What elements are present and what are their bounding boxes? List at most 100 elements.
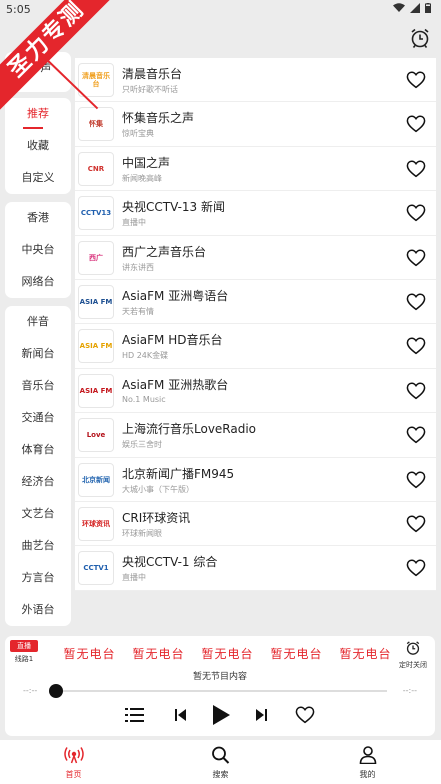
station-row[interactable]: CCTV1 央视CCTV-1 综合直播中 <box>75 546 436 591</box>
station-name: 上海流行音乐LoveRadio <box>122 422 257 437</box>
station-logo-text: ASIA FM <box>79 342 113 351</box>
station-logo: 清晨音乐台 <box>78 63 114 97</box>
station-logo: Love <box>78 418 114 453</box>
station-name: 清晨音乐台 <box>122 67 183 81</box>
elapsed-time: --:-- <box>23 686 38 695</box>
progress-knob[interactable] <box>49 684 63 698</box>
sidebar-item-central[interactable]: 中央台 <box>5 234 71 266</box>
favorite-heart-icon[interactable] <box>406 293 426 311</box>
active-tab-indicator <box>23 127 43 129</box>
sidebar-item-opera[interactable]: 曲艺台 <box>5 530 71 562</box>
tab-search-label: 搜索 <box>212 770 229 779</box>
station-logo: ASIA FM <box>78 329 114 364</box>
alarm-clock-icon[interactable] <box>409 27 431 49</box>
favorite-heart-icon[interactable] <box>406 204 426 222</box>
station-subtitle: 直播中 <box>122 573 146 583</box>
sidebar-item-dialect[interactable]: 方言台 <box>5 562 71 594</box>
station-subtitle: No.1 Music <box>122 394 166 404</box>
sidebar-item-recommend[interactable]: 推荐 <box>5 98 71 130</box>
station-row[interactable]: 西广 西广之声音乐台 讲东讲西 <box>75 236 436 280</box>
station-name: CRI环球资讯 <box>122 510 191 525</box>
station-name: 西广之声音乐台 <box>122 244 207 259</box>
station-row[interactable]: 怀集 怀集音乐之声 惊听宝典 <box>75 102 436 147</box>
station-logo: ASIA FM <box>78 284 114 319</box>
station-name: 央视CCTV-1 综合 <box>122 555 218 570</box>
station-name: 怀集音乐之声 <box>122 111 195 126</box>
playlist-icon[interactable] <box>125 706 145 724</box>
sidebar-item-economy[interactable]: 经济台 <box>5 466 71 498</box>
battery-icon <box>425 3 431 13</box>
sidebar-item-network[interactable]: 网络台 <box>5 266 71 298</box>
signal-icon <box>410 3 420 13</box>
play-icon[interactable] <box>210 703 232 727</box>
next-icon[interactable] <box>253 706 269 724</box>
sidebar-item-foreign[interactable]: 外语台 <box>5 594 71 626</box>
status-time: 5:05 <box>6 3 31 16</box>
sleep-timer-button[interactable]: 定时关闭 <box>399 640 427 670</box>
favorite-heart-icon[interactable] <box>406 515 426 533</box>
station-row[interactable]: ASIA FM AsiaFM 亚洲粤语台 天若有情 <box>75 280 436 325</box>
station-name: AsiaFM 亚洲粤语台 <box>122 288 229 303</box>
station-subtitle: HD 24K金碟 <box>122 351 169 361</box>
bottom-navigation: 首页 搜索 我的 <box>0 740 441 784</box>
station-row[interactable]: CCTV13 央视CCTV-13 新闻 直播中 <box>75 191 436 236</box>
station-row[interactable]: Love 上海流行音乐LoveRadio 娱乐三舍时 <box>75 413 436 458</box>
sidebar-item-custom[interactable]: 自定义 <box>5 162 71 194</box>
station-row[interactable]: 清晨音乐台 清晨音乐台 只听好歌不听话 <box>75 58 436 103</box>
favorite-heart-icon[interactable] <box>406 115 426 133</box>
station-list: 清晨音乐台 清晨音乐台 只听好歌不听话 怀集 怀集音乐之声 惊听宝典 CNR 中国之声 新闻晚高… <box>75 58 436 591</box>
station-row[interactable]: ASIA FM AsiaFM 亚洲热歌台 No.1 Music <box>75 369 436 414</box>
search-icon <box>211 746 229 764</box>
favorite-heart-icon[interactable] <box>406 249 426 267</box>
tab-home-label: 首页 <box>65 770 82 779</box>
station-logo: 北京新闻 <box>78 462 114 497</box>
station-logo-text: ASIA FM <box>79 297 113 306</box>
station-name: 北京新闻广播FM945 <box>122 466 235 481</box>
station-row[interactable]: 环球资讯 CRI环球资讯环球新闻眼 <box>75 502 436 547</box>
tab-search[interactable]: 搜索 <box>147 740 294 784</box>
sidebar-item-sports[interactable]: 体育台 <box>5 434 71 466</box>
previous-icon[interactable] <box>173 706 189 724</box>
favorite-heart-icon[interactable] <box>406 426 426 444</box>
station-logo-text: 环球资讯 <box>82 519 110 528</box>
station-logo: 西广 <box>78 240 114 275</box>
station-name: AsiaFM HD音乐台 <box>122 333 223 348</box>
live-badge: 直播 <box>10 640 38 652</box>
tab-home[interactable]: 首页 <box>0 740 147 784</box>
favorite-heart-icon[interactable] <box>406 471 426 489</box>
marquee-item: 暂无电台 <box>63 647 116 661</box>
station-logo-text: 西广 <box>89 253 103 262</box>
station-marquee: 暂无电台 暂无电台 暂无电台 暂无电台 暂无电台 <box>55 645 400 662</box>
station-logo-text: 怀集 <box>89 120 103 129</box>
route-label[interactable]: 线路1 <box>10 654 38 664</box>
station-logo: CCTV13 <box>78 196 114 231</box>
sidebar-item-arts[interactable]: 文艺台 <box>5 498 71 530</box>
sidebar-item-music[interactable]: 音乐台 <box>5 370 71 402</box>
favorite-heart-icon[interactable] <box>406 337 426 355</box>
station-subtitle: 环球新闻眼 <box>122 528 162 538</box>
radio-icon <box>63 747 84 764</box>
progress-track[interactable] <box>53 690 387 692</box>
station-row[interactable]: 北京新闻 北京新闻广播FM945 大城小事（下午版） <box>75 458 436 502</box>
wifi-icon <box>393 3 405 12</box>
favorite-heart-icon[interactable] <box>406 559 426 577</box>
station-logo-text: Love <box>86 431 106 440</box>
sidebar-item-favorites[interactable]: 收藏 <box>5 130 71 162</box>
favorite-heart-icon[interactable] <box>406 71 426 89</box>
sidebar-item-ambient[interactable]: 伴音 <box>5 306 71 338</box>
marquee-item: 暂无电台 <box>132 647 185 661</box>
favorite-heart-icon[interactable] <box>406 160 426 178</box>
sidebar-group-recommend: 推荐 收藏 自定义 <box>5 98 71 194</box>
station-subtitle: 新闻晚高峰 <box>122 173 162 183</box>
sidebar-item-hongkong[interactable]: 香港 <box>5 202 71 234</box>
tab-profile[interactable]: 我的 <box>294 740 441 784</box>
sidebar-item-news[interactable]: 新闻台 <box>5 338 71 370</box>
station-row[interactable]: CNR 中国之声 新闻晚高峰 <box>75 147 436 192</box>
favorite-heart-icon[interactable] <box>295 706 315 724</box>
favorite-heart-icon[interactable] <box>406 382 426 400</box>
player-panel: 直播 线路1 暂无电台 暂无电台 暂无电台 暂无电台 暂无电台 定时关闭 暂无节… <box>5 636 435 736</box>
station-logo-text: CCTV1 <box>83 564 109 573</box>
station-name: 央视CCTV-13 新闻 <box>122 200 226 215</box>
sidebar-item-traffic[interactable]: 交通台 <box>5 402 71 434</box>
station-row[interactable]: ASIA FM AsiaFM HD音乐台 HD 24K金碟 <box>75 324 436 369</box>
